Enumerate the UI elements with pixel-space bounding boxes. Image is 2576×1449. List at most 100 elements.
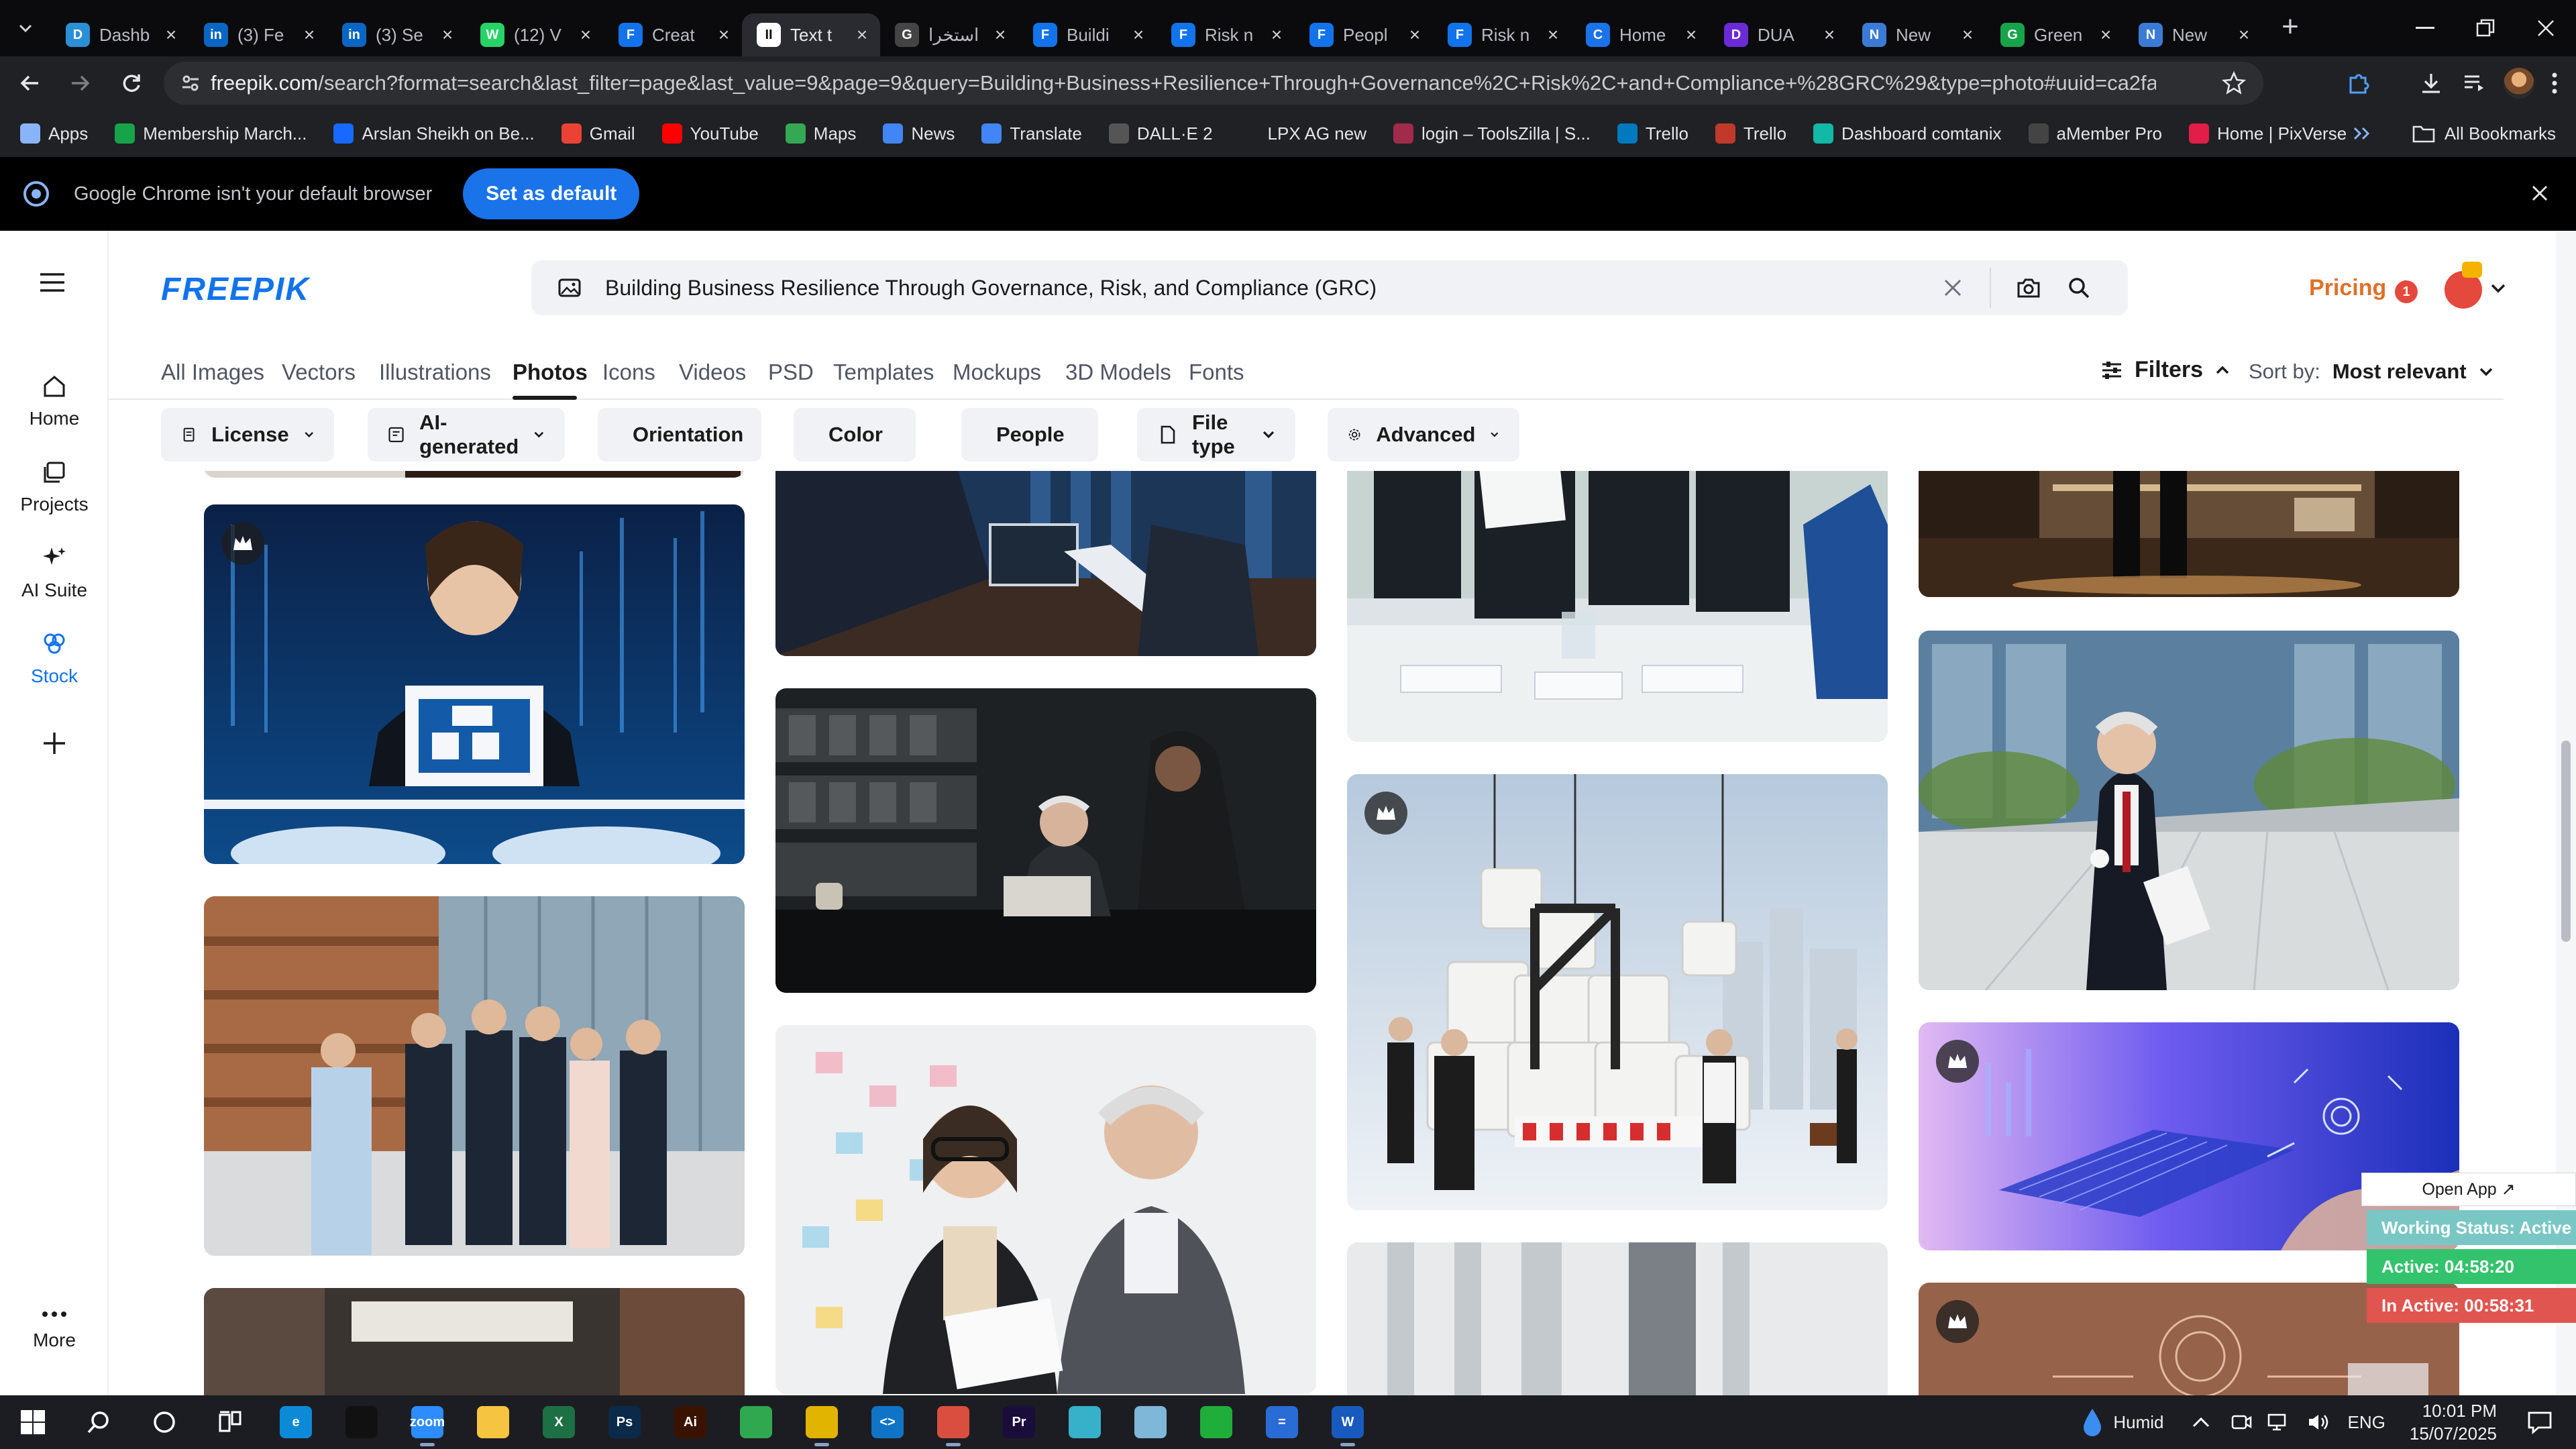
tab-illustrations[interactable]: Illustrations xyxy=(379,360,491,385)
taskbar-app[interactable] xyxy=(920,1395,986,1449)
forward-button[interactable] xyxy=(59,62,102,105)
tab-close-icon[interactable]: × xyxy=(2097,25,2114,44)
taskbar-app[interactable]: Ai xyxy=(657,1395,723,1449)
tab-close-icon[interactable]: × xyxy=(991,25,1009,44)
browser-tab[interactable]: C Home × xyxy=(1571,13,1709,56)
downloads-button[interactable] xyxy=(2418,70,2445,97)
photo-result[interactable] xyxy=(1347,1242,1888,1395)
photo-result[interactable] xyxy=(204,471,745,478)
tab-close-icon[interactable]: × xyxy=(1406,25,1424,44)
photo-result[interactable] xyxy=(775,688,1316,993)
bookmark-star-button[interactable] xyxy=(2222,71,2246,95)
bookmark-item[interactable]: Home | PixVerse xyxy=(2189,123,2347,144)
bookmark-item[interactable]: LPX AG new xyxy=(1239,123,1366,144)
browser-tab[interactable]: W (12) V × xyxy=(466,13,604,56)
tab-close-icon[interactable]: × xyxy=(853,25,871,44)
clock[interactable]: 10:01 PM 15/07/2025 xyxy=(2410,1399,2497,1445)
tab-close-icon[interactable]: × xyxy=(162,25,180,44)
tab-3d-models[interactable]: 3D Models xyxy=(1065,360,1171,385)
browser-tab[interactable]: in (3) Se × xyxy=(327,13,466,56)
taskbar-app[interactable]: Pr xyxy=(986,1395,1052,1449)
browser-tab[interactable]: D Dashb × xyxy=(51,13,189,56)
sidebar-item-ai-suite[interactable]: AI Suite xyxy=(0,545,109,601)
tab-search-button[interactable] xyxy=(0,0,51,56)
taskbar-search-button[interactable] xyxy=(66,1395,131,1449)
filter-chip-color[interactable]: Color xyxy=(794,408,916,462)
chevron-up-icon[interactable] xyxy=(2191,1415,2211,1429)
bookmarks-overflow-button[interactable] xyxy=(2352,125,2372,142)
scrollbar-thumb[interactable] xyxy=(2561,741,2571,942)
media-controls-button[interactable] xyxy=(2461,70,2487,97)
back-button[interactable] xyxy=(8,62,51,105)
tab-close-icon[interactable]: × xyxy=(1268,25,1285,44)
taskbar-app[interactable] xyxy=(723,1395,789,1449)
photo-result[interactable] xyxy=(204,504,745,864)
bookmark-item[interactable]: aMember Pro xyxy=(2028,123,2162,144)
browser-tab[interactable]: G استخرا × xyxy=(880,13,1018,56)
browser-tab[interactable]: N New × xyxy=(2124,13,2262,56)
photo-result[interactable] xyxy=(1919,471,2459,597)
new-tab-button[interactable]: + xyxy=(2269,7,2312,50)
tab-all-images[interactable]: All Images xyxy=(161,360,264,385)
browser-tab[interactable]: F Risk n × xyxy=(1433,13,1571,56)
taskbar-app[interactable] xyxy=(460,1395,526,1449)
tab-close-icon[interactable]: × xyxy=(301,25,318,44)
notifications-icon[interactable] xyxy=(2526,1409,2553,1436)
taskbar-app[interactable] xyxy=(1118,1395,1183,1449)
photo-result[interactable] xyxy=(1919,631,2459,990)
freepik-logo[interactable]: FREEPIK xyxy=(161,271,310,308)
add-button[interactable] xyxy=(0,730,109,757)
volume-icon[interactable] xyxy=(2306,1412,2330,1432)
sidebar-item-projects[interactable]: Projects xyxy=(0,459,109,515)
bookmark-item[interactable]: Membership March... xyxy=(115,123,307,144)
bookmark-item[interactable]: News xyxy=(883,123,955,144)
sort-dropdown[interactable]: Sort by: Most relevant xyxy=(2249,360,2493,384)
cortana-button[interactable] xyxy=(131,1395,197,1449)
search-submit-button[interactable] xyxy=(2068,276,2090,299)
network-icon[interactable] xyxy=(2267,1412,2292,1432)
browser-tab[interactable]: G Green × xyxy=(1986,13,2124,56)
search-bar[interactable]: Building Business Resilience Through Gov… xyxy=(531,260,2128,315)
taskbar-app[interactable]: W xyxy=(1315,1395,1381,1449)
tab-icons[interactable]: Icons xyxy=(602,360,655,385)
account-menu-chevron-icon[interactable] xyxy=(2490,283,2506,294)
bookmark-item[interactable]: Dashboard comtanix xyxy=(1813,123,2002,144)
taskbar-app[interactable]: X xyxy=(526,1395,592,1449)
taskbar-app[interactable]: = xyxy=(1249,1395,1315,1449)
profile-avatar[interactable] xyxy=(2504,68,2534,99)
photo-result[interactable] xyxy=(1347,774,1888,1210)
taskbar-app[interactable]: e xyxy=(263,1395,329,1449)
bookmark-item[interactable]: Trello xyxy=(1715,123,1786,144)
photo-result[interactable] xyxy=(775,471,1316,656)
extensions-button[interactable] xyxy=(2345,70,2372,97)
tab-close-icon[interactable]: × xyxy=(577,25,594,44)
taskbar-app[interactable] xyxy=(789,1395,855,1449)
tab-psd[interactable]: PSD xyxy=(768,360,814,385)
tab-photos[interactable]: Photos xyxy=(513,360,588,385)
tab-close-icon[interactable]: × xyxy=(1682,25,1700,44)
filter-chip-advanced[interactable]: Advanced xyxy=(1328,408,1519,462)
reload-button[interactable] xyxy=(110,62,153,105)
tab-fonts[interactable]: Fonts xyxy=(1189,360,1244,385)
bookmark-item[interactable]: Arslan Sheikh on Be... xyxy=(333,123,535,144)
bookmark-item[interactable]: login – ToolsZilla | S... xyxy=(1393,123,1591,144)
bookmark-item[interactable]: Trello xyxy=(1617,123,1688,144)
tab-close-icon[interactable]: × xyxy=(1544,25,1562,44)
tab-close-icon[interactable]: × xyxy=(1959,25,1976,44)
taskbar-app[interactable]: zoom xyxy=(394,1395,460,1449)
photo-result[interactable] xyxy=(204,1288,745,1395)
infobar-close-button[interactable] xyxy=(2528,181,2552,205)
tab-videos[interactable]: Videos xyxy=(679,360,746,385)
filters-toggle-button[interactable]: Filters xyxy=(2101,357,2230,383)
sidebar-item-more[interactable]: More xyxy=(0,1311,109,1351)
taskbar-app[interactable]: Ps xyxy=(592,1395,657,1449)
bookmark-item[interactable]: Maps xyxy=(785,123,856,144)
browser-tab[interactable]: N New × xyxy=(1847,13,1986,56)
tab-close-icon[interactable]: × xyxy=(1130,25,1147,44)
task-view-button[interactable] xyxy=(197,1395,263,1449)
browser-tab[interactable]: F Creat × xyxy=(604,13,742,56)
tab-close-icon[interactable]: × xyxy=(715,25,733,44)
bookmark-item[interactable]: Apps xyxy=(20,123,88,144)
filter-chip-license[interactable]: License xyxy=(161,408,334,462)
filter-chip-orientation[interactable]: Orientation xyxy=(598,408,761,462)
